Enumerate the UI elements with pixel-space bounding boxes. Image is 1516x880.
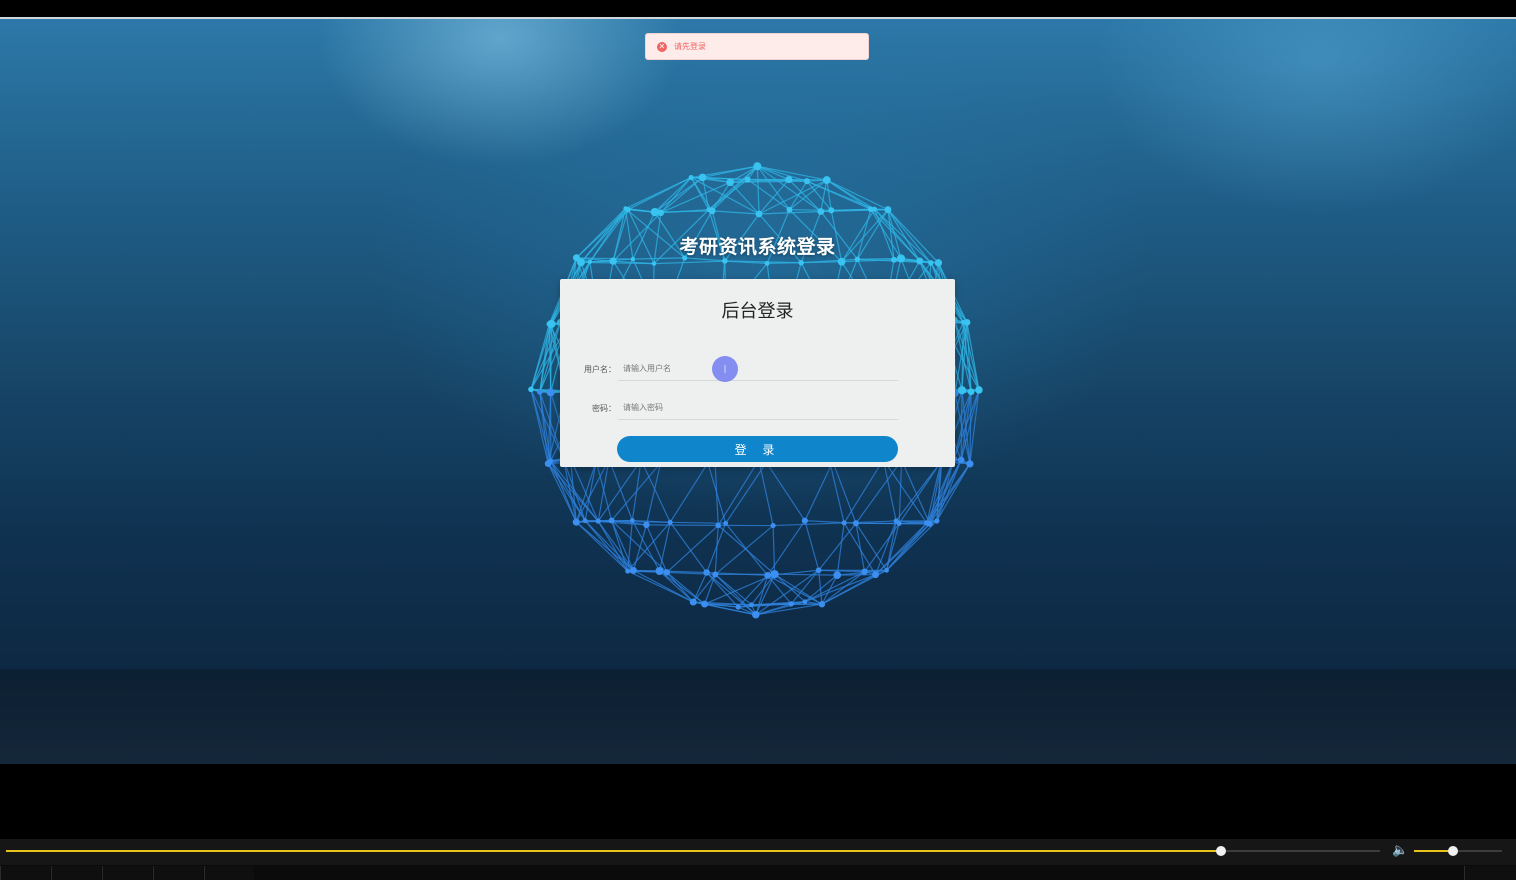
progress-fill bbox=[6, 850, 1221, 852]
mouse-cursor-indicator: I bbox=[712, 356, 738, 382]
toast-message: 请先登录 bbox=[674, 42, 706, 51]
password-row: 密码： bbox=[560, 395, 955, 421]
player-control-button[interactable] bbox=[0, 866, 50, 880]
login-card: 后台登录 用户名： 密码： 登 录 bbox=[560, 279, 955, 467]
username-input[interactable] bbox=[618, 357, 898, 381]
password-input[interactable] bbox=[618, 396, 898, 420]
player-control-button[interactable] bbox=[51, 866, 101, 880]
progress-slider[interactable] bbox=[6, 846, 1380, 856]
video-player-controls: 🔈 bbox=[0, 839, 1516, 880]
speaker-icon[interactable]: 🔈 bbox=[1392, 843, 1408, 858]
error-toast: ✕ 请先登录 bbox=[645, 33, 869, 60]
top-bar bbox=[0, 0, 1516, 17]
player-control-button[interactable] bbox=[204, 866, 254, 880]
volume-handle[interactable] bbox=[1447, 846, 1458, 856]
error-circle-icon: ✕ bbox=[657, 41, 667, 52]
player-control-button[interactable] bbox=[1464, 866, 1516, 880]
progress-handle[interactable] bbox=[1215, 846, 1226, 856]
player-control-button[interactable] bbox=[153, 866, 203, 880]
player-control-button[interactable] bbox=[102, 866, 152, 880]
username-label: 用户名： bbox=[584, 365, 616, 374]
password-label: 密码： bbox=[592, 404, 616, 413]
system-title: 考研资讯系统登录 bbox=[679, 236, 836, 258]
volume-slider[interactable] bbox=[1414, 846, 1502, 856]
card-title: 后台登录 bbox=[721, 301, 794, 322]
login-button[interactable]: 登 录 bbox=[617, 436, 898, 462]
background-floor bbox=[0, 669, 1516, 764]
player-button-row bbox=[0, 866, 1516, 880]
username-row: 用户名： bbox=[560, 356, 955, 382]
player-seek-strip: 🔈 bbox=[0, 839, 1516, 865]
text-cursor-icon: I bbox=[723, 362, 727, 376]
volume-fill bbox=[1414, 850, 1453, 852]
